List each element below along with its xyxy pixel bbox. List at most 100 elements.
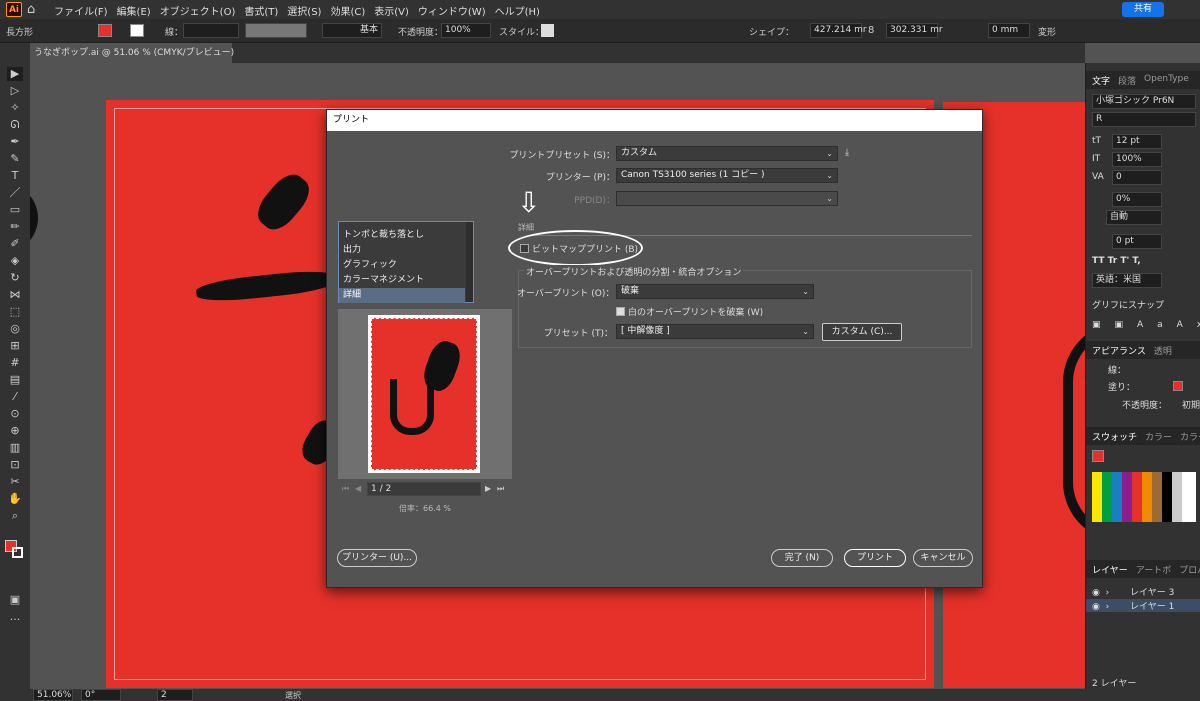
tab-paragraph[interactable]: 段落 [1118,74,1136,87]
rotation-field[interactable]: 0° [81,689,121,701]
menu-window[interactable]: ウィンドウ(W) [418,3,486,18]
tab-opentype[interactable]: OpenType [1144,74,1189,86]
fill-swatch[interactable] [98,24,112,37]
lasso-icon[interactable]: ᘏ [7,118,23,132]
tab-properties[interactable]: プロパティ [1179,563,1200,576]
bitmap-print-checkbox[interactable] [520,244,529,253]
layer-row-selected[interactable]: ◉ › レイヤー 1 [1086,599,1200,612]
corner-radius-field[interactable]: 0 mm [988,23,1030,38]
artboard-navigator[interactable]: 2 [157,689,193,701]
next-page-icon[interactable]: ▶ [485,484,491,493]
aki-select[interactable]: 自動 [1106,210,1162,225]
screen-mode-icon[interactable]: ▣ [7,593,23,607]
font-style-select[interactable]: R [1092,112,1196,127]
overprint-select[interactable]: 破棄 ⌄ [616,284,814,299]
category-output[interactable]: 出力 [343,243,463,258]
menu-view[interactable]: 表示(V) [374,3,409,18]
stroke-color-icon[interactable] [12,547,23,558]
menu-edit[interactable]: 編集(E) [117,3,151,18]
appearance-fill-row[interactable]: 塗り： [1108,380,1135,393]
print-button[interactable]: プリント [844,549,906,567]
category-advanced[interactable]: 詳細 [339,288,465,303]
snap-glyph-icons[interactable]: ▣▣AaAx [1092,320,1200,330]
width-field[interactable]: 427.214 mr [810,23,867,38]
first-page-icon[interactable]: ⏮ [342,484,349,494]
menu-object[interactable]: オブジェクト(O) [160,3,236,18]
cancel-button[interactable]: キャンセル [913,549,973,567]
zoom-field[interactable]: 51.06% [33,689,73,701]
font-family-select[interactable]: 小塚ゴシック Pr6N [1092,94,1196,109]
page-field[interactable]: 1 / 2 [367,482,481,496]
document-tab[interactable]: うなぎボップ.ai @ 51.06 % (CMYK/プレビュー) [30,43,234,63]
link-icon[interactable]: 8 [868,25,874,36]
ppd-select[interactable]: ⌄ [616,191,838,206]
transform-label[interactable]: 変形 [1038,25,1056,38]
stroke-weight-field[interactable] [183,23,239,38]
eraser-icon[interactable]: ◈ [7,254,23,268]
horizontal-scale-field[interactable]: 100% [1112,152,1162,167]
more-tools-icon[interactable]: ··· [7,613,23,627]
flattener-preset-select[interactable]: [ 中解像度 ] ⌄ [616,324,814,339]
tab-appearance[interactable]: アピアランス [1092,344,1146,357]
mesh-tool-icon[interactable]: # [7,356,23,370]
appearance-opacity-row[interactable]: 不透明度： [1122,398,1167,411]
swatch-fill-icon[interactable] [1092,450,1104,462]
prev-page-icon[interactable]: ◀ [355,484,361,493]
layer-row[interactable]: ◉ › レイヤー 3 [1092,585,1196,598]
tab-swatches[interactable]: スウォッチ [1092,430,1137,443]
blend-tool-icon[interactable]: ⊙ [7,407,23,421]
baseline-field[interactable]: 0 pt [1112,234,1162,249]
magic-wand-icon[interactable]: ✧ [7,101,23,115]
free-transform-icon[interactable]: ⬚ [7,305,23,319]
rectangle-tool-icon[interactable]: ▭ [7,203,23,217]
printer-select[interactable]: Canon TS3100 series (1 コピー ) ⌄ [616,168,838,183]
tab-layers[interactable]: レイヤー [1092,563,1128,576]
slice-tool-icon[interactable]: ✂ [7,475,23,489]
list-scrollbar[interactable] [466,222,473,302]
curvature-tool-icon[interactable]: ✎ [7,152,23,166]
type-style-buttons[interactable]: TT Tr T' T, [1092,256,1141,266]
share-button[interactable]: 共有 [1122,2,1164,17]
printer-settings-button[interactable]: プリンター (U)... [337,549,417,567]
perspective-grid-icon[interactable]: ⊞ [7,339,23,353]
gradient-tool-icon[interactable]: ▤ [7,373,23,387]
height-field[interactable]: 302.331 mr [886,23,943,38]
category-graphics[interactable]: グラフィック [343,258,463,273]
save-preset-icon[interactable]: ⤓ [845,148,849,158]
tab-color-guide[interactable]: カラーガイド [1180,430,1200,443]
pen-tool-icon[interactable]: ✒ [7,135,23,149]
white-overprint-checkbox[interactable] [616,307,625,316]
direct-selection-tool-icon[interactable]: ▷ [7,84,23,98]
font-size-field[interactable]: 12 pt [1112,134,1162,149]
tab-artboards[interactable]: アートボ [1136,563,1171,576]
rotate-tool-icon[interactable]: ↻ [7,271,23,285]
tab-character[interactable]: 文字 [1092,74,1110,87]
preset-select[interactable]: カスタム ⌄ [616,146,838,161]
paintbrush-icon[interactable]: ✏ [7,220,23,234]
tab-color[interactable]: カラー [1145,430,1172,443]
menu-effect[interactable]: 効果(C) [330,3,365,18]
language-select[interactable]: 英語：米国 [1092,273,1162,288]
selection-tool-icon[interactable]: ▶ [7,67,23,81]
symbol-sprayer-icon[interactable]: ⊕ [7,424,23,438]
hand-tool-icon[interactable]: ✋ [7,492,23,506]
kerning-field[interactable]: 0% [1112,192,1162,207]
custom-button[interactable]: カスタム (C)... [822,323,902,341]
shaper-tool-icon[interactable]: ✐ [7,237,23,251]
tab-transparency[interactable]: 透明 [1154,344,1172,357]
category-color-management[interactable]: カラーマネジメント [343,273,463,288]
home-icon[interactable]: ⌂ [27,2,35,17]
line-tool-icon[interactable]: ／ [7,186,23,200]
category-marks-bleed[interactable]: トンボと裁ち落とし [343,228,463,243]
artboard-tool-icon[interactable]: ⊡ [7,458,23,472]
tracking-field[interactable]: 0 [1112,170,1162,185]
appearance-fill-swatch[interactable] [1173,381,1183,391]
swatch-grid[interactable] [1092,472,1196,522]
last-page-icon[interactable]: ⏭ [497,484,504,494]
menu-type[interactable]: 書式(T) [244,3,278,18]
menu-help[interactable]: ヘルプ(H) [495,3,540,18]
eye-icon[interactable]: ◉ [1092,602,1100,612]
menu-select[interactable]: 選択(S) [287,3,321,18]
done-button[interactable]: 完了 (N) [771,549,833,567]
print-preview[interactable] [338,309,512,479]
